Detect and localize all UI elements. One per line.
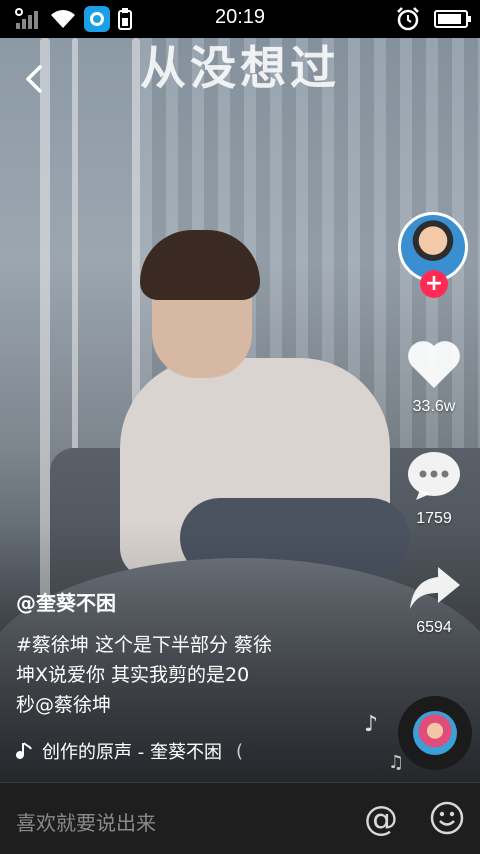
music-note-icon — [16, 742, 32, 759]
comment-icon[interactable] — [406, 450, 462, 502]
music-disc[interactable] — [398, 696, 472, 770]
tree-branch — [40, 38, 50, 598]
comment-input[interactable]: 喜欢就要说出来 — [16, 807, 156, 836]
floating-note-icon: ♪ — [364, 712, 379, 737]
share-arrow-icon[interactable] — [406, 565, 462, 611]
share-count: 6594 — [416, 619, 452, 636]
comment-bar: 喜欢就要说出来 @ — [0, 782, 480, 854]
emoji-icon[interactable] — [430, 801, 464, 835]
like-count: 33.6w — [412, 398, 456, 415]
follow-button[interactable]: + — [420, 270, 448, 298]
like-button[interactable]: 33.6w — [404, 338, 464, 416]
music-info[interactable]: 创作的原声 - 奎葵不困 ( — [16, 738, 243, 764]
battery-fill — [438, 14, 462, 24]
post-caption: #蔡徐坤 这个是下半部分 蔡徐 坤X说爱你 其实我剪的是20 秒@蔡徐坤 — [16, 630, 316, 720]
creator-avatar[interactable]: + — [398, 212, 468, 298]
alarm-icon — [397, 7, 419, 31]
back-icon[interactable] — [18, 62, 52, 96]
music-cover — [413, 711, 457, 755]
author-handle[interactable]: @奎葵不困 — [16, 587, 116, 616]
comment-count: 1759 — [416, 510, 452, 527]
music-marquee-icon: ( — [235, 740, 243, 762]
floating-note-icon: ♫ — [388, 752, 405, 773]
caption-line: 秒@蔡徐坤 — [16, 694, 112, 716]
comment-button[interactable]: 1759 — [404, 450, 464, 528]
status-right — [396, 7, 471, 31]
battery-icon — [434, 10, 471, 28]
share-button[interactable]: 6594 — [404, 565, 464, 637]
video-overlay-text: 从没想过 — [140, 41, 340, 95]
caption-line: #蔡徐坤 这个是下半部分 蔡徐 — [16, 634, 272, 656]
caption-line: 坤X说爱你 其实我剪的是20 — [16, 664, 250, 686]
mention-button[interactable]: @ — [364, 799, 398, 839]
heart-icon[interactable] — [406, 338, 462, 390]
music-title: 创作的原声 - 奎葵不困 — [42, 742, 222, 763]
